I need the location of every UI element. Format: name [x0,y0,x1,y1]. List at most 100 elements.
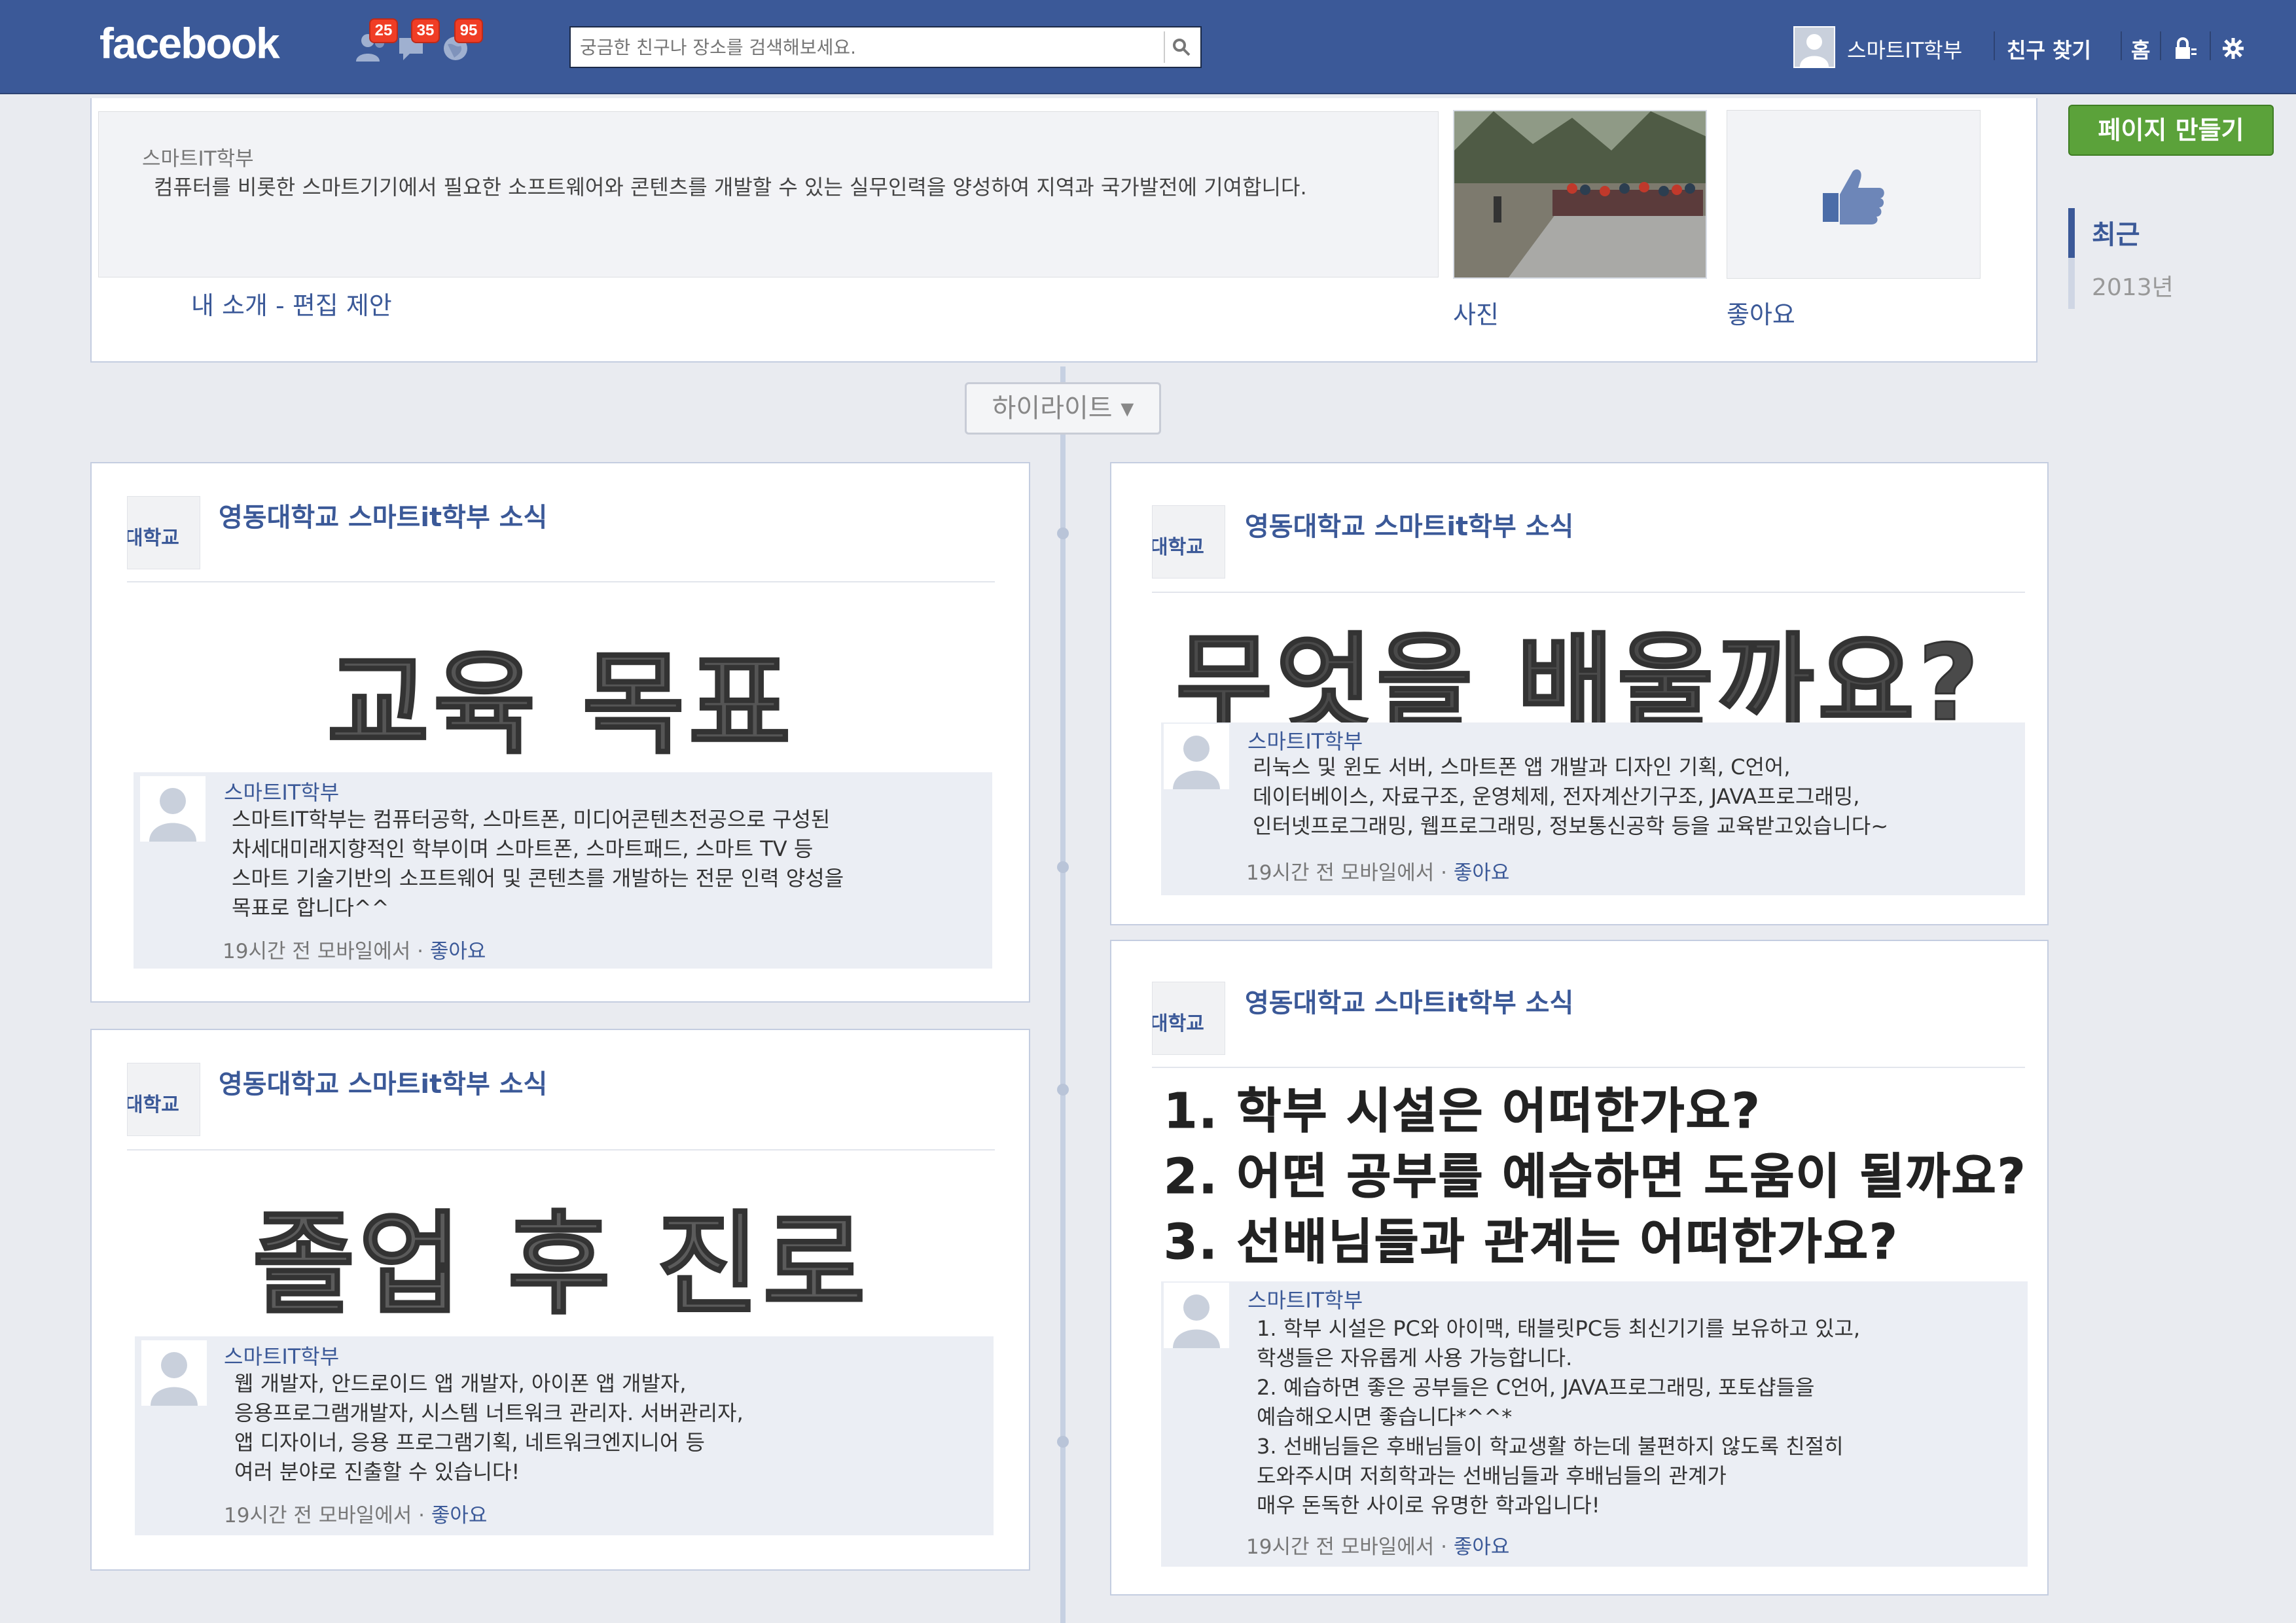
comment-text: 웹 개발자, 안드로이드 앱 개발자, 아이폰 앱 개발자, 응용프로그램개발자… [234,1371,744,1484]
profile-avatar[interactable] [1793,26,1835,68]
photos-label[interactable]: 사진 [1453,294,1499,330]
timeline-post: 대학교 영동대학교 스마트it학부 소식 교육 목표 스마트IT학부 스마트IT… [90,462,1030,1003]
page-logo-text: 대학교 [1152,536,1204,559]
home-link[interactable]: 홈 [2131,34,2150,64]
comment-text: 리눅스 및 윈도 서버, 스마트폰 앱 개발과 디자인 기획, C언어, 데이터… [1253,755,1889,838]
page-logo[interactable]: 대학교 [127,1063,200,1136]
messages-button[interactable]: 35 [395,18,440,65]
scrubber-item-recent[interactable]: 최근 [2092,213,2140,251]
thumbs-up-icon [1823,169,1884,224]
profile-name-link[interactable]: 스마트IT학부 [1847,34,1962,64]
post-author-link[interactable]: 영동대학교 스마트it학부 소식 [219,496,547,534]
timeline-post: 대학교 영동대학교 스마트it학부 소식 졸업 후 진로 스마트IT학부 웹 개… [90,1029,1030,1571]
page-logo-text: 대학교 [127,1094,179,1116]
divider [127,581,995,582]
post-image[interactable]: 1. 학부 시설은 어떠한가요? 2. 어떤 공부를 예습하면 도움이 될까요?… [1118,1072,2041,1271]
nav-divider [2210,31,2211,60]
comment-timestamp: 19시간 전 모바일에서 · [1246,861,1454,885]
post-image-headline: 졸업 후 진로 [251,1200,870,1331]
post-author-link[interactable]: 영동대학교 스마트it학부 소식 [1245,505,1573,543]
timeline-post: 대학교 영동대학교 스마트it학부 소식 1. 학부 시설은 어떠한가요? 2.… [1110,940,2049,1596]
post-image-headline: 교육 목표 [326,639,795,771]
post-image-headline: 3. 선배님들과 관계는 어떠한가요? [1164,1214,1899,1271]
timeline-dot [1057,1084,1069,1096]
comment-text: 스마트IT학부는 컴퓨터공학, 스마트폰, 미디어콘텐츠전공으로 구성된 차세대… [232,807,844,920]
scrubber-item-2013[interactable]: 2013년 [2092,268,2174,302]
find-friends-link[interactable]: 친구 찾기 [2007,34,2091,64]
search-button[interactable] [1164,31,1198,63]
default-avatar-icon [1800,34,1829,67]
comment-meta: 19시간 전 모바일에서 · 좋아요 [223,935,486,964]
timeline-post: 대학교 영동대학교 스마트it학부 소식 무엇을 배울까요? 스마트IT학부 리… [1110,462,2049,925]
comment-box: 스마트IT학부 스마트IT학부는 컴퓨터공학, 스마트폰, 미디어콘텐츠전공으로… [134,772,992,969]
comment-box: 스마트IT학부 1. 학부 시설은 PC와 아이맥, 태블릿PC등 최신기기를 … [1161,1281,2028,1567]
comment-meta: 19시간 전 모바일에서 · 좋아요 [1246,1530,1509,1560]
settings-button[interactable] [2220,35,2246,64]
likes-thumbnail[interactable] [1727,110,1981,279]
comment-avatar[interactable] [140,776,206,842]
default-avatar-icon [1164,1283,1229,1348]
highlights-dropdown[interactable]: 하이라이트 ▾ [965,382,1161,435]
post-author-link[interactable]: 영동대학교 스마트it학부 소식 [1245,982,1573,1020]
lock-icon [2176,37,2197,59]
nav-divider [1994,31,1995,60]
comment-like-link[interactable]: 좋아요 [431,1504,488,1527]
page-logo[interactable]: 대학교 [127,496,200,569]
page-logo[interactable]: 대학교 [1152,982,1225,1055]
page-logo-text: 대학교 [1152,1012,1204,1035]
post-image[interactable]: 졸업 후 진로 [127,1161,995,1331]
nav-divider [2121,31,2122,60]
default-avatar-icon [141,1340,207,1406]
about-edit-link[interactable]: 내 소개 - 편집 제안 [191,285,392,321]
group-photo-image [1454,111,1706,277]
comment-avatar[interactable] [141,1340,207,1406]
page-logo-text: 대학교 [127,527,179,550]
likes-label[interactable]: 좋아요 [1727,294,1795,330]
comment-like-link[interactable]: 좋아요 [1454,1535,1510,1559]
friend-requests-button[interactable]: 25 [353,18,398,65]
divider [1152,1067,2025,1068]
post-image[interactable]: 무엇을 배울까요? [1118,592,2041,745]
comment-meta: 19시간 전 모바일에서 · 좋아요 [224,1499,487,1528]
comment-timestamp: 19시간 전 모바일에서 · [223,940,430,963]
create-page-button[interactable]: 페이지 만들기 [2068,105,2274,156]
comment-author-link[interactable]: 스마트IT학부 [1247,1284,1363,1314]
comment-avatar[interactable] [1164,724,1229,789]
page-logo[interactable]: 대학교 [1152,505,1225,579]
comment-meta: 19시간 전 모바일에서 · 좋아요 [1246,856,1509,885]
comment-box: 스마트IT학부 웹 개발자, 안드로이드 앱 개발자, 아이폰 앱 개발자, 응… [135,1336,994,1535]
messages-count: 35 [411,18,440,43]
friend-requests-count: 25 [369,18,398,43]
timeline-spine [1060,366,1066,1623]
comment-author-link[interactable]: 스마트IT학부 [224,1340,339,1370]
about-description: 컴퓨터를 비롯한 스마트기기에서 필요한 소프트웨어와 콘텐츠를 개발할 수 있… [154,175,1307,200]
nav-divider [2160,31,2161,60]
timeline-dot [1057,861,1069,873]
about-page-name: 스마트IT학부 [142,147,254,171]
post-author-link[interactable]: 영동대학교 스마트it학부 소식 [219,1063,547,1101]
divider [127,1149,995,1150]
default-avatar-icon [1164,724,1229,789]
comment-avatar[interactable] [1164,1283,1229,1348]
post-image-headline: 1. 학부 시설은 어떠한가요? [1164,1083,1761,1140]
timeline-dot [1057,1436,1069,1448]
comment-text: 1. 학부 시설은 PC와 아이맥, 태블릿PC등 최신기기를 보유하고 있고,… [1257,1316,1861,1518]
post-image-headline: 2. 어떤 공부를 예습하면 도움이 될까요? [1164,1149,2027,1205]
comment-like-link[interactable]: 좋아요 [430,940,486,963]
comment-timestamp: 19시간 전 모바일에서 · [1246,1535,1454,1559]
notifications-count: 95 [454,18,483,43]
comment-author-link[interactable]: 스마트IT학부 [1247,725,1363,755]
search-icon [1173,39,1191,56]
default-avatar-icon [140,776,206,842]
top-navigation-bar: facebook 25 35 95 스마트IT학부 친구 찾기 홈 [0,0,2296,94]
photos-thumbnail[interactable] [1453,110,1707,279]
comment-like-link[interactable]: 좋아요 [1454,861,1510,885]
search-input[interactable] [571,27,1160,67]
comment-box: 스마트IT학부 리눅스 및 윈도 서버, 스마트폰 앱 개발과 디자인 기획, … [1161,722,2025,895]
timeline-dot [1057,527,1069,539]
notifications-button[interactable]: 95 [439,18,483,65]
comment-author-link[interactable]: 스마트IT학부 [224,776,339,806]
facebook-logo[interactable]: facebook [99,18,280,68]
timeline-scrubber-active [2068,208,2075,258]
privacy-shortcuts-button[interactable] [2172,35,2198,64]
